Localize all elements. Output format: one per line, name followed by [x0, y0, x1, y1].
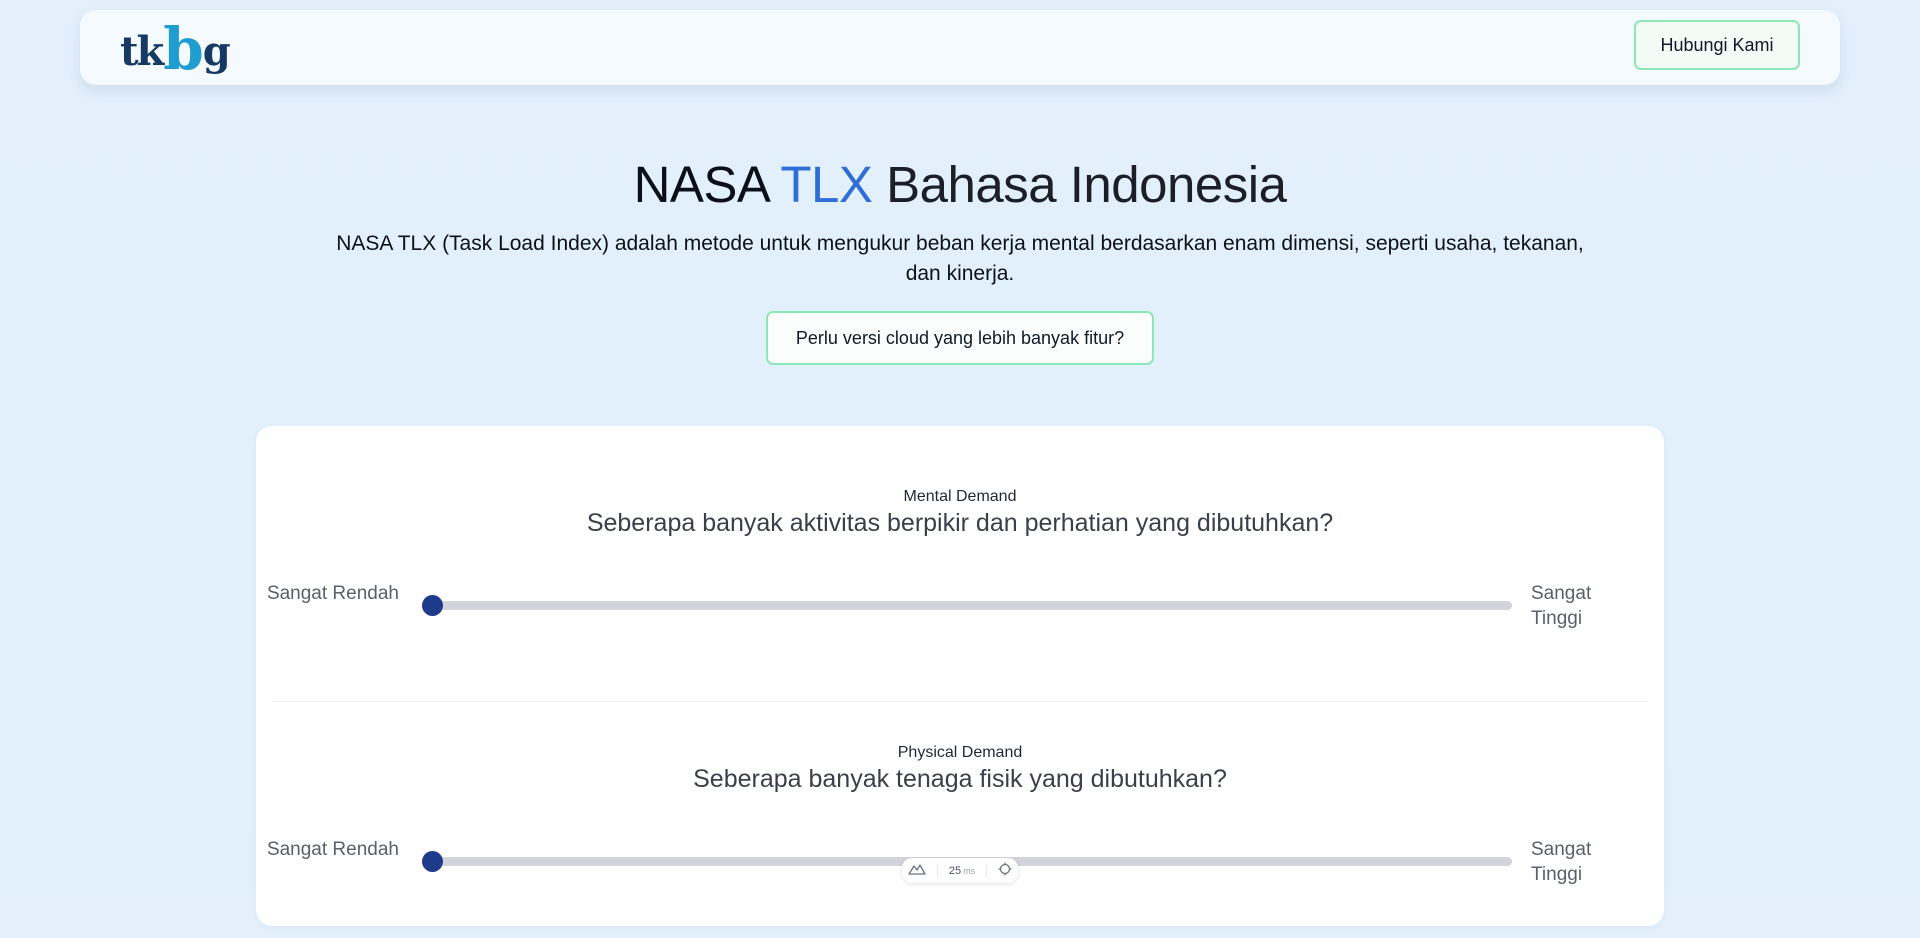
question-mental-demand: Mental Demand Seberapa banyak aktivitas … — [256, 426, 1664, 682]
scale-low-label: Sangat Rendah — [266, 583, 399, 604]
floating-toolbar: 25 ms — [902, 858, 1018, 883]
slider-thumb[interactable] — [422, 595, 443, 616]
dimension-label: Physical Demand — [897, 744, 1023, 761]
dimension-label: Mental Demand — [903, 488, 1017, 505]
slider-thumb[interactable] — [422, 851, 443, 872]
question-text: Seberapa banyak aktivitas berpikir dan p… — [586, 509, 1334, 537]
contact-button[interactable]: Hubungi Kami — [1634, 20, 1800, 70]
crosshair-icon[interactable] — [998, 862, 1012, 879]
mountain-icon[interactable] — [907, 863, 926, 878]
latency-readout: 25 ms — [949, 865, 975, 877]
latency-value: 25 — [948, 864, 962, 877]
title-bahasa-indonesia: Bahasa Indonesia — [886, 156, 1287, 213]
page-description: NASA TLX (Task Load Index) adalah metode… — [336, 232, 1584, 285]
title-tlx: TLX — [780, 156, 873, 213]
page-title: NASA TLX Bahasa Indonesia — [0, 152, 1920, 218]
scale-low-label: Sangat Rendah — [266, 839, 399, 860]
tkbg-logo[interactable]: tk b g — [120, 15, 231, 83]
slider-track[interactable] — [428, 601, 1512, 610]
logo-text-g: g — [202, 28, 231, 75]
toolbar-separator — [986, 864, 988, 877]
scale-high-label: Sangat Tinggi — [1531, 839, 1592, 885]
cloud-version-button[interactable]: Perlu versi cloud yang lebih banyak fitu… — [766, 311, 1154, 365]
question-text: Seberapa banyak tenaga fisik yang dibutu… — [693, 765, 1227, 793]
latency-unit: ms — [963, 865, 976, 876]
question-physical-demand: Physical Demand Seberapa banyak tenaga f… — [256, 682, 1664, 938]
toolbar-separator — [936, 864, 938, 877]
logo-text-b: b — [163, 15, 204, 83]
logo-text-tk: tk — [120, 28, 164, 75]
scale-high-label: Sangat Tinggi — [1531, 583, 1592, 629]
navbar: tk b g Hubungi Kami — [80, 10, 1840, 85]
tlx-form-card: Mental Demand Seberapa banyak aktivitas … — [256, 426, 1664, 926]
title-nasa: NASA — [633, 156, 769, 213]
